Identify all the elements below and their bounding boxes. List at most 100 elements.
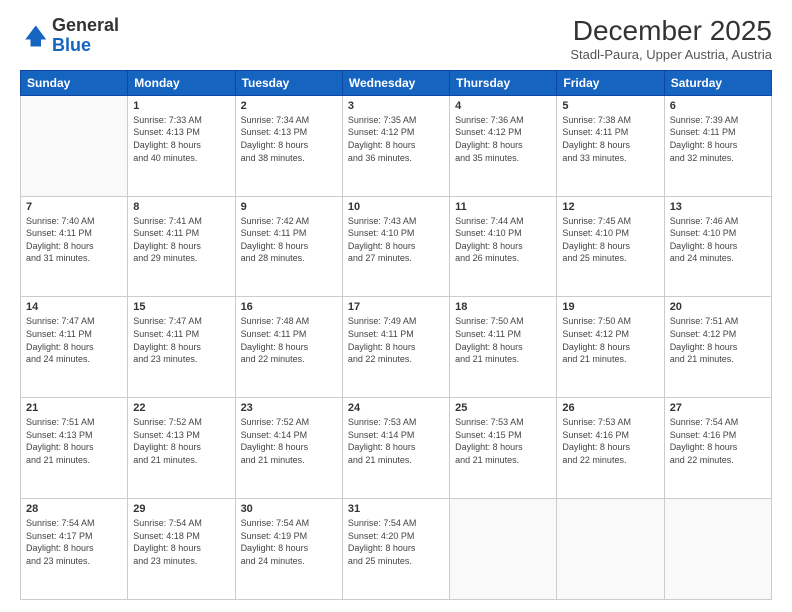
day-number: 17: [348, 301, 444, 313]
day-info: Sunrise: 7:52 AMSunset: 4:13 PMDaylight:…: [133, 417, 202, 465]
day-number: 24: [348, 402, 444, 414]
table-row: 28 Sunrise: 7:54 AMSunset: 4:17 PMDaylig…: [21, 499, 772, 600]
table-cell: 9 Sunrise: 7:42 AMSunset: 4:11 PMDayligh…: [235, 196, 342, 297]
day-info: Sunrise: 7:53 AMSunset: 4:15 PMDaylight:…: [455, 417, 524, 465]
table-cell: [21, 95, 128, 196]
col-tuesday: Tuesday: [235, 70, 342, 95]
day-number: 12: [562, 201, 658, 213]
day-info: Sunrise: 7:54 AMSunset: 4:17 PMDaylight:…: [26, 518, 95, 566]
day-number: 27: [670, 402, 766, 414]
day-number: 6: [670, 100, 766, 112]
table-cell: 8 Sunrise: 7:41 AMSunset: 4:11 PMDayligh…: [128, 196, 235, 297]
logo-text: General Blue: [52, 16, 119, 56]
day-number: 22: [133, 402, 229, 414]
table-row: 7 Sunrise: 7:40 AMSunset: 4:11 PMDayligh…: [21, 196, 772, 297]
calendar-header-row: Sunday Monday Tuesday Wednesday Thursday…: [21, 70, 772, 95]
col-friday: Friday: [557, 70, 664, 95]
table-cell: 10 Sunrise: 7:43 AMSunset: 4:10 PMDaylig…: [342, 196, 449, 297]
day-number: 2: [241, 100, 337, 112]
day-info: Sunrise: 7:51 AMSunset: 4:12 PMDaylight:…: [670, 316, 739, 364]
table-cell: 4 Sunrise: 7:36 AMSunset: 4:12 PMDayligh…: [450, 95, 557, 196]
day-info: Sunrise: 7:51 AMSunset: 4:13 PMDaylight:…: [26, 417, 95, 465]
table-cell: 31 Sunrise: 7:54 AMSunset: 4:20 PMDaylig…: [342, 499, 449, 600]
day-info: Sunrise: 7:46 AMSunset: 4:10 PMDaylight:…: [670, 216, 739, 264]
day-number: 13: [670, 201, 766, 213]
day-info: Sunrise: 7:48 AMSunset: 4:11 PMDaylight:…: [241, 316, 310, 364]
title-block: December 2025 Stadl-Paura, Upper Austria…: [570, 16, 772, 62]
day-info: Sunrise: 7:43 AMSunset: 4:10 PMDaylight:…: [348, 216, 417, 264]
day-info: Sunrise: 7:54 AMSunset: 4:16 PMDaylight:…: [670, 417, 739, 465]
table-cell: 6 Sunrise: 7:39 AMSunset: 4:11 PMDayligh…: [664, 95, 771, 196]
table-cell: 2 Sunrise: 7:34 AMSunset: 4:13 PMDayligh…: [235, 95, 342, 196]
day-number: 18: [455, 301, 551, 313]
table-row: 21 Sunrise: 7:51 AMSunset: 4:13 PMDaylig…: [21, 398, 772, 499]
day-info: Sunrise: 7:38 AMSunset: 4:11 PMDaylight:…: [562, 115, 631, 163]
day-info: Sunrise: 7:53 AMSunset: 4:16 PMDaylight:…: [562, 417, 631, 465]
month-title: December 2025: [570, 16, 772, 47]
day-info: Sunrise: 7:50 AMSunset: 4:12 PMDaylight:…: [562, 316, 631, 364]
table-cell: 28 Sunrise: 7:54 AMSunset: 4:17 PMDaylig…: [21, 499, 128, 600]
logo-blue-text: Blue: [52, 35, 91, 55]
day-number: 30: [241, 503, 337, 515]
day-info: Sunrise: 7:54 AMSunset: 4:18 PMDaylight:…: [133, 518, 202, 566]
day-number: 15: [133, 301, 229, 313]
day-info: Sunrise: 7:40 AMSunset: 4:11 PMDaylight:…: [26, 216, 95, 264]
table-cell: [450, 499, 557, 600]
day-info: Sunrise: 7:34 AMSunset: 4:13 PMDaylight:…: [241, 115, 310, 163]
day-number: 4: [455, 100, 551, 112]
table-row: 1 Sunrise: 7:33 AMSunset: 4:13 PMDayligh…: [21, 95, 772, 196]
day-info: Sunrise: 7:53 AMSunset: 4:14 PMDaylight:…: [348, 417, 417, 465]
table-cell: 17 Sunrise: 7:49 AMSunset: 4:11 PMDaylig…: [342, 297, 449, 398]
col-saturday: Saturday: [664, 70, 771, 95]
day-number: 29: [133, 503, 229, 515]
header: General Blue December 2025 Stadl-Paura, …: [20, 16, 772, 62]
day-number: 7: [26, 201, 122, 213]
day-number: 28: [26, 503, 122, 515]
day-number: 31: [348, 503, 444, 515]
table-cell: 15 Sunrise: 7:47 AMSunset: 4:11 PMDaylig…: [128, 297, 235, 398]
day-info: Sunrise: 7:36 AMSunset: 4:12 PMDaylight:…: [455, 115, 524, 163]
table-cell: 13 Sunrise: 7:46 AMSunset: 4:10 PMDaylig…: [664, 196, 771, 297]
day-number: 20: [670, 301, 766, 313]
table-cell: 27 Sunrise: 7:54 AMSunset: 4:16 PMDaylig…: [664, 398, 771, 499]
page: General Blue December 2025 Stadl-Paura, …: [0, 0, 792, 612]
day-info: Sunrise: 7:47 AMSunset: 4:11 PMDaylight:…: [133, 316, 202, 364]
col-monday: Monday: [128, 70, 235, 95]
day-number: 11: [455, 201, 551, 213]
table-cell: 24 Sunrise: 7:53 AMSunset: 4:14 PMDaylig…: [342, 398, 449, 499]
day-info: Sunrise: 7:54 AMSunset: 4:20 PMDaylight:…: [348, 518, 417, 566]
day-number: 3: [348, 100, 444, 112]
day-info: Sunrise: 7:49 AMSunset: 4:11 PMDaylight:…: [348, 316, 417, 364]
logo: General Blue: [20, 16, 119, 56]
day-number: 16: [241, 301, 337, 313]
col-wednesday: Wednesday: [342, 70, 449, 95]
day-number: 10: [348, 201, 444, 213]
table-cell: 3 Sunrise: 7:35 AMSunset: 4:12 PMDayligh…: [342, 95, 449, 196]
day-number: 26: [562, 402, 658, 414]
day-number: 5: [562, 100, 658, 112]
day-info: Sunrise: 7:39 AMSunset: 4:11 PMDaylight:…: [670, 115, 739, 163]
day-number: 9: [241, 201, 337, 213]
day-number: 19: [562, 301, 658, 313]
col-sunday: Sunday: [21, 70, 128, 95]
day-info: Sunrise: 7:50 AMSunset: 4:11 PMDaylight:…: [455, 316, 524, 364]
day-number: 21: [26, 402, 122, 414]
table-cell: 26 Sunrise: 7:53 AMSunset: 4:16 PMDaylig…: [557, 398, 664, 499]
logo-general-text: General: [52, 15, 119, 35]
day-number: 1: [133, 100, 229, 112]
table-cell: 25 Sunrise: 7:53 AMSunset: 4:15 PMDaylig…: [450, 398, 557, 499]
table-cell: 23 Sunrise: 7:52 AMSunset: 4:14 PMDaylig…: [235, 398, 342, 499]
table-cell: 5 Sunrise: 7:38 AMSunset: 4:11 PMDayligh…: [557, 95, 664, 196]
table-row: 14 Sunrise: 7:47 AMSunset: 4:11 PMDaylig…: [21, 297, 772, 398]
table-cell: 19 Sunrise: 7:50 AMSunset: 4:12 PMDaylig…: [557, 297, 664, 398]
table-cell: 22 Sunrise: 7:52 AMSunset: 4:13 PMDaylig…: [128, 398, 235, 499]
day-info: Sunrise: 7:41 AMSunset: 4:11 PMDaylight:…: [133, 216, 202, 264]
day-info: Sunrise: 7:35 AMSunset: 4:12 PMDaylight:…: [348, 115, 417, 163]
day-info: Sunrise: 7:44 AMSunset: 4:10 PMDaylight:…: [455, 216, 524, 264]
day-number: 23: [241, 402, 337, 414]
table-cell: 29 Sunrise: 7:54 AMSunset: 4:18 PMDaylig…: [128, 499, 235, 600]
table-cell: 30 Sunrise: 7:54 AMSunset: 4:19 PMDaylig…: [235, 499, 342, 600]
table-cell: 20 Sunrise: 7:51 AMSunset: 4:12 PMDaylig…: [664, 297, 771, 398]
day-info: Sunrise: 7:33 AMSunset: 4:13 PMDaylight:…: [133, 115, 202, 163]
table-cell: 16 Sunrise: 7:48 AMSunset: 4:11 PMDaylig…: [235, 297, 342, 398]
